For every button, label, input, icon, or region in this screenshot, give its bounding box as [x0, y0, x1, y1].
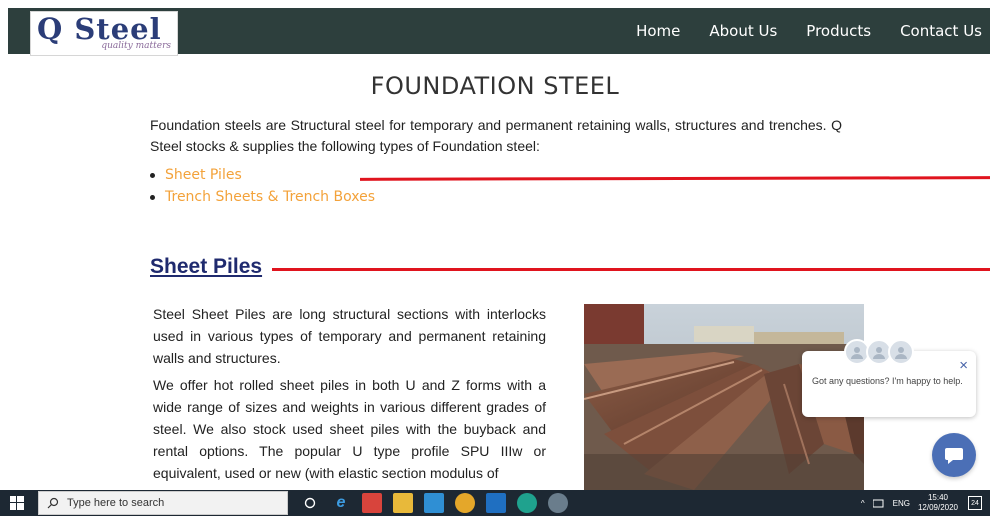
chat-popup[interactable]: × Got any questions? I'm happy to help.	[802, 339, 976, 417]
file-explorer-icon[interactable]	[393, 493, 413, 513]
chrome-icon[interactable]	[455, 493, 475, 513]
red-divider-line	[359, 176, 990, 181]
edge-icon[interactable]	[517, 493, 537, 513]
support-avatars	[844, 339, 914, 365]
nav-link-home[interactable]: Home	[636, 22, 680, 40]
system-tray: ^ ENG 15:40 12/09/2020 24	[861, 493, 982, 513]
search-placeholder: Type here to search	[67, 497, 165, 509]
bullet-icon	[150, 172, 155, 178]
page-title: FOUNDATION STEEL	[370, 72, 620, 100]
paragraph: Steel Sheet Piles are long structural se…	[153, 306, 546, 366]
product-link-list: Sheet Piles Trench Sheets & Trench Boxes	[150, 164, 375, 208]
clock-time: 15:40	[927, 493, 948, 502]
link-trench-sheets[interactable]: Trench Sheets & Trench Boxes	[165, 186, 375, 208]
link-sheet-piles[interactable]: Sheet Piles	[165, 164, 242, 186]
nav-link-contact-us[interactable]: Contact Us	[900, 22, 982, 40]
paint-icon[interactable]	[362, 493, 382, 513]
bullet-icon	[150, 194, 155, 200]
app-icon[interactable]	[548, 493, 568, 513]
taskbar-search-input[interactable]: Type here to search	[38, 491, 288, 515]
taskbar-clock[interactable]: 15:40 12/09/2020	[918, 493, 958, 513]
tray-chevron-icon[interactable]: ^	[861, 499, 865, 508]
section-heading-sheet-piles: Sheet Piles	[150, 255, 263, 278]
network-icon[interactable]	[872, 498, 885, 508]
chat-open-button[interactable]	[932, 433, 976, 477]
chat-close-button[interactable]: ×	[959, 357, 968, 374]
section-body: Steel Sheet Piles are long structural se…	[153, 303, 546, 489]
intro-text: Foundation steels are Structural steel f…	[150, 117, 842, 154]
edge-legacy-icon[interactable]: e	[331, 493, 351, 513]
outlook-icon[interactable]	[486, 493, 506, 513]
notification-center-icon[interactable]: 24	[968, 496, 982, 510]
notification-count: 24	[971, 499, 979, 507]
main-nav: Home About Us Products Contact Us	[607, 8, 982, 54]
list-item: Sheet Piles	[150, 164, 375, 186]
store-icon[interactable]	[424, 493, 444, 513]
top-navbar: Q Steel quality matters Home About Us Pr…	[8, 8, 990, 56]
logo-tagline: quality matters	[101, 41, 171, 51]
chat-message: Got any questions? I'm happy to help.	[812, 376, 963, 386]
red-divider-line	[272, 268, 990, 271]
taskbar-apps: e	[300, 493, 579, 513]
nav-link-about-us[interactable]: About Us	[709, 22, 777, 40]
search-icon	[47, 497, 59, 509]
windows-taskbar: Type here to search e ^ ENG 15:40 12/09/…	[0, 490, 990, 516]
list-item: Trench Sheets & Trench Boxes	[150, 186, 375, 208]
windows-start-icon[interactable]	[10, 496, 24, 510]
site-logo[interactable]: Q Steel quality matters	[30, 11, 178, 56]
paragraph: We offer hot rolled sheet piles in both …	[153, 377, 546, 481]
avatar-icon	[888, 339, 914, 365]
chat-bubble-icon	[945, 448, 963, 464]
language-indicator[interactable]: ENG	[893, 499, 910, 508]
task-view-icon[interactable]	[300, 493, 320, 513]
nav-link-products[interactable]: Products	[806, 22, 871, 40]
clock-date: 12/09/2020	[917, 503, 958, 512]
